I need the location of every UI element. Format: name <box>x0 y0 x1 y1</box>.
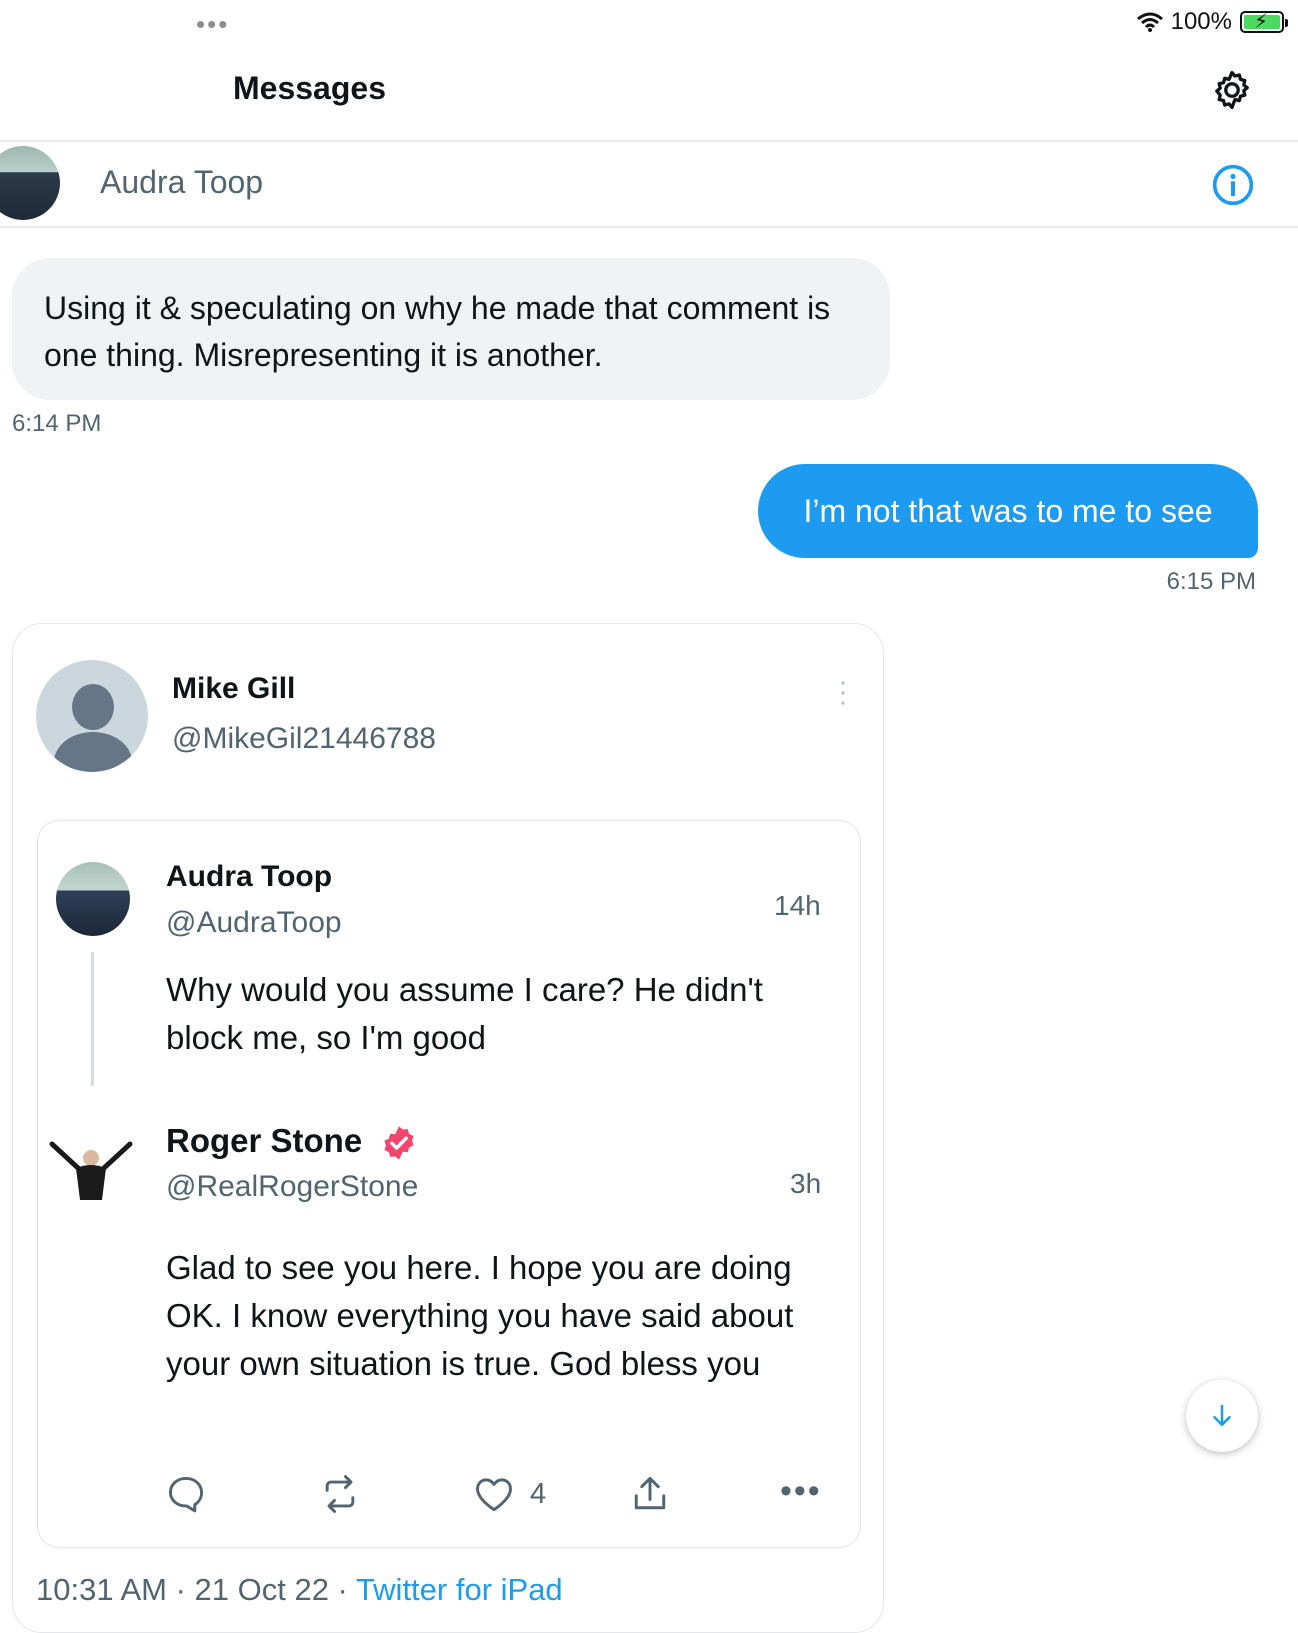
avatar[interactable] <box>0 146 60 220</box>
conversation-divider <box>0 226 1298 228</box>
tweet-text: Why would you assume I care? He didn't b… <box>166 971 763 1056</box>
tweet-author-name[interactable]: Audra Toop <box>166 860 332 894</box>
share-button[interactable] <box>628 1472 672 1516</box>
tweet-date: 10:31 AM · 21 Oct 22 · <box>36 1572 356 1607</box>
reply-button[interactable] <box>164 1472 208 1516</box>
wifi-icon <box>1136 12 1163 32</box>
outgoing-message[interactable]: I’m not that was to me to see <box>758 464 1258 558</box>
reply-icon <box>168 1476 204 1513</box>
multitasking-dots[interactable]: ••• <box>196 11 229 37</box>
gear-icon[interactable] <box>1210 68 1254 112</box>
retweet-button[interactable] <box>318 1472 362 1516</box>
conversation-name[interactable]: Audra Toop <box>100 164 263 201</box>
like-button[interactable]: 4 <box>472 1472 546 1516</box>
tweet-author-handle[interactable]: @AudraToop <box>166 906 342 940</box>
page-title: Messages <box>233 70 386 106</box>
header-divider <box>0 140 1298 142</box>
tweet-author-name[interactable]: Roger Stone <box>166 1122 362 1160</box>
retweet-icon <box>325 1475 355 1513</box>
heart-icon <box>476 1478 512 1512</box>
tweet-time: 14h <box>774 890 821 921</box>
thread-line <box>91 952 94 1086</box>
battery-percent: 100% <box>1170 8 1232 35</box>
info-icon[interactable] <box>1211 163 1255 207</box>
message-timestamp: 6:15 PM <box>1166 568 1256 595</box>
more-options-icon[interactable]: · · · <box>838 668 848 714</box>
scroll-to-bottom-button[interactable] <box>1186 1380 1258 1452</box>
quoted-thread[interactable] <box>37 820 861 1548</box>
incoming-message[interactable]: Using it & speculating on why he made th… <box>12 258 890 400</box>
battery-icon: ⚡ <box>1240 11 1288 33</box>
tweet-author-handle[interactable]: @MikeGil21446788 <box>172 722 436 756</box>
tweet-meta: 10:31 AM · 21 Oct 22 · Twitter for iPad <box>36 1572 563 1608</box>
avatar[interactable] <box>48 1138 134 1202</box>
avatar[interactable] <box>36 660 148 772</box>
message-timestamp: 6:14 PM <box>12 410 102 437</box>
like-count: 4 <box>530 1477 547 1510</box>
share-icon <box>634 1476 666 1510</box>
verified-badge-icon <box>384 1126 414 1160</box>
more-icon[interactable]: ••• <box>780 1474 822 1508</box>
avatar[interactable] <box>56 862 130 936</box>
tweet-time: 3h <box>790 1168 822 1199</box>
tweet-text: Glad to see you here. I hope you are doi… <box>166 1249 794 1382</box>
tweet-author-name[interactable]: Mike Gill <box>172 672 295 706</box>
tweet-author-handle[interactable]: @RealRogerStone <box>166 1170 418 1204</box>
tweet-source-link[interactable]: Twitter for iPad <box>356 1572 563 1607</box>
arrow-down-icon <box>1213 1404 1231 1426</box>
status-bar-right: 100% ⚡ <box>1136 8 1288 36</box>
